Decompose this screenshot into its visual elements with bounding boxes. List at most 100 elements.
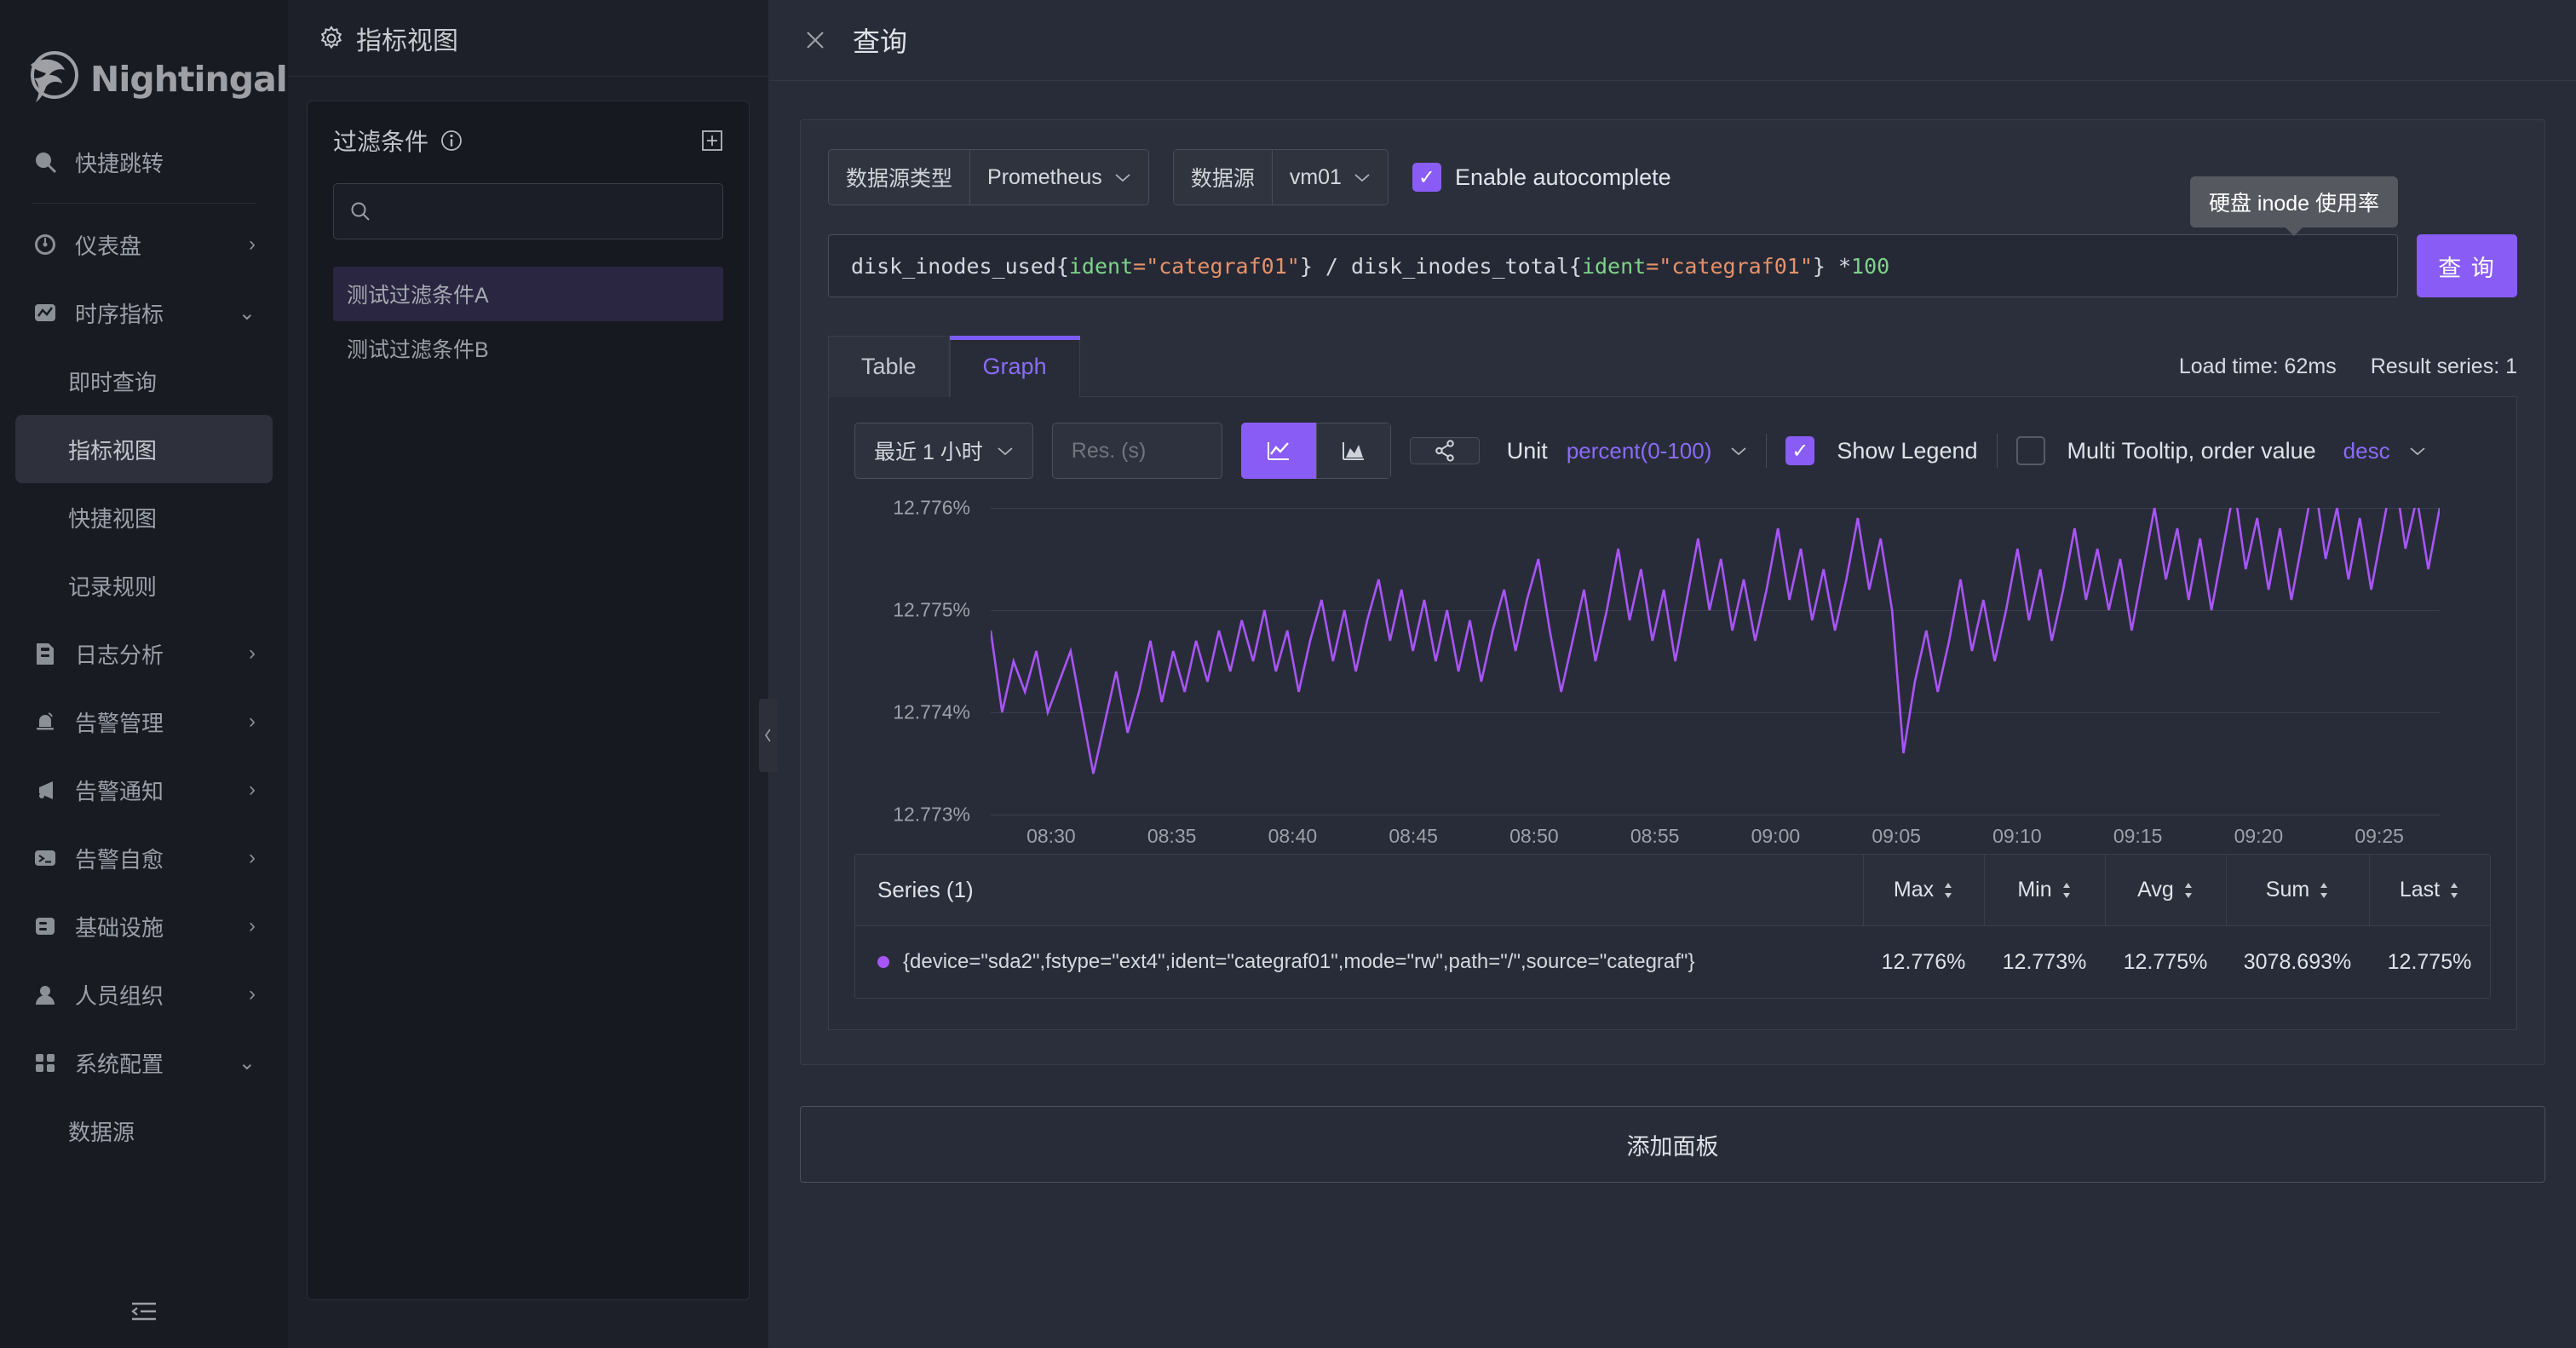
sort-arrows-icon [1942, 879, 1954, 902]
sidebar-item-infrastructure[interactable]: 基础设施 › [15, 892, 273, 960]
chart-y-tick-label: 12.773% [893, 803, 970, 826]
chart-x-tick-label: 09:25 [2355, 825, 2404, 847]
list-item[interactable]: 测试过滤条件A [333, 267, 723, 321]
chevron-down-icon[interactable] [1730, 446, 1747, 456]
sidebar-item-datasource[interactable]: 数据源 [15, 1097, 273, 1165]
datasource-value[interactable]: vm01 [1272, 150, 1388, 205]
multi-tooltip-checkbox[interactable] [2015, 436, 2045, 465]
sidebar-item-dashboard[interactable]: 仪表盘 › [15, 210, 273, 279]
dashboard-gauge-icon [32, 232, 68, 257]
filter-search-input[interactable] [333, 183, 723, 239]
tooltip-content: 硬盘 inode 使用率 [2189, 176, 2398, 236]
sidebar-item-timeseries[interactable]: 时序指标 ⌄ [15, 279, 273, 347]
time-range-value: 最近 1 小时 [874, 441, 983, 464]
result-tabs: Table Graph Load time: 62ms Result serie… [828, 335, 2517, 397]
sort-column-last[interactable]: Last [2369, 855, 2490, 925]
table-row[interactable]: {device="sda2",fstype="ext4",ident="cate… [855, 926, 2490, 998]
sidebar-item-alert-selfheal[interactable]: 告警自愈 › [15, 824, 273, 892]
time-range-select[interactable]: 最近 1 小时 [854, 423, 1033, 479]
add-box-icon[interactable] [701, 130, 723, 152]
chart-x-tick-label: 09:20 [2234, 825, 2284, 847]
chevron-right-icon: › [249, 233, 256, 256]
sidebar-item-label: 快捷视图 [68, 505, 158, 532]
sidebar-item-metric-view[interactable]: 指标视图 [15, 415, 273, 483]
sidebar-item-label: 人员组织 [75, 982, 164, 1009]
sort-column-avg[interactable]: Avg [2105, 855, 2226, 925]
checkbox-checked-icon[interactable]: ✓ [1412, 163, 1441, 192]
share-nodes-icon[interactable] [1409, 437, 1480, 464]
list-item[interactable]: 测试过滤条件B [333, 321, 723, 376]
column-header-label: Min [2017, 878, 2052, 902]
chart: 12.773% 12.774% 12.775% 12.776% 08:30 08:35 0… [854, 497, 2491, 847]
panel-collapse-handle[interactable] [759, 699, 778, 772]
resolution-input[interactable]: Res. (s) [1051, 423, 1222, 479]
sidebar-item-log-analysis[interactable]: 日志分析 › [15, 619, 273, 688]
sort-column-max[interactable]: Max [1863, 855, 1984, 925]
sidebar-item-people-org[interactable]: 人员组织 › [15, 960, 273, 1028]
add-panel-button[interactable]: 添加面板 [800, 1106, 2545, 1183]
show-legend-checkbox[interactable]: ✓ [1785, 436, 1815, 465]
sidebar-item-quick-view[interactable]: 快捷视图 [15, 483, 273, 551]
cell-max: 12.776% [1881, 949, 1966, 974]
column-header-label: Avg [2137, 878, 2174, 902]
close-icon[interactable] [803, 28, 827, 52]
sort-arrows-icon [2061, 879, 2073, 902]
series-label: {device="sda2",fstype="ext4",ident="cate… [903, 950, 1695, 973]
chart-x-tick-label: 09:15 [2113, 825, 2163, 847]
series-table: Series (1) Max Min Avg Sum Last {device=… [854, 854, 2491, 999]
series-title: Series (1) [877, 877, 974, 902]
result-meta: Load time: 62ms Result series: 1 [2179, 354, 2517, 396]
promql-token: ident [1581, 253, 1647, 279]
line-chart-icon[interactable] [1240, 423, 1316, 479]
filter-search-field[interactable] [382, 199, 707, 223]
chevron-down-icon[interactable] [2409, 446, 2426, 456]
sidebar-item-record-rules[interactable]: 记录规则 [15, 551, 273, 619]
sort-column-sum[interactable]: Sum [2226, 855, 2369, 925]
tab-table[interactable]: Table [828, 336, 950, 397]
sidebar-item-system-config[interactable]: 系统配置 ⌄ [15, 1028, 273, 1097]
chart-y-tick-label: 12.776% [893, 496, 970, 519]
datasource-type-select[interactable]: 数据源类型 Prometheus [828, 149, 1149, 205]
chart-x-tick-label: 08:35 [1147, 825, 1197, 847]
chart-x-tick-label: 08:45 [1389, 825, 1438, 847]
sidebar-item-label: 时序指标 [75, 301, 164, 327]
sidebar-item-alert-notify[interactable]: 告警通知 › [15, 756, 273, 824]
unit-value[interactable]: percent(0-100) [1567, 438, 1712, 464]
datasource-type-value[interactable]: Prometheus [970, 150, 1148, 205]
query-card: 数据源类型 Prometheus 数据源 vm01 ✓ Enable autoc… [800, 119, 2545, 1065]
sidebar-item-instant-query[interactable]: 即时查询 [15, 347, 273, 415]
chart-x-tick-label: 09:10 [1992, 825, 2042, 847]
tab-graph[interactable]: Graph [949, 336, 1080, 397]
filter-card: 过滤条件 测试过滤条件A 测试过滤条件B [307, 101, 750, 1300]
chevron-down-icon: ⌄ [238, 1051, 256, 1074]
cell-last: 12.775% [2387, 949, 2472, 974]
timeseries-chart-icon [32, 300, 68, 325]
promql-input[interactable]: disk_inodes_used{ident ="categraf01"} / d… [828, 234, 2398, 297]
user-icon [32, 982, 68, 1007]
server-icon [32, 913, 68, 939]
info-circle-icon[interactable] [440, 130, 463, 152]
filter-title: 过滤条件 [333, 129, 429, 155]
graph-toolbar: 最近 1 小时 Res. (s) Unit percent(0-100) ✓ S… [854, 423, 2491, 479]
megaphone-icon [32, 777, 68, 803]
chart-x-tick-label: 09:05 [1872, 825, 1921, 847]
grid-settings-icon [32, 1050, 68, 1075]
promql-token: disk_inodes_used{ [851, 253, 1069, 279]
sidebar-item-quickjump[interactable]: 快捷跳转 [15, 128, 273, 196]
filter-list: 测试过滤条件A 测试过滤条件B [333, 267, 723, 376]
sort-column-min[interactable]: Min [1984, 855, 2105, 925]
sidebar-item-label: 数据源 [68, 1119, 135, 1145]
query-button[interactable]: 查 询 [2417, 234, 2517, 297]
menu-collapse-icon[interactable] [130, 1300, 158, 1322]
toolbar-divider [1766, 434, 1768, 468]
area-chart-icon[interactable] [1315, 423, 1391, 479]
autocomplete-toggle[interactable]: ✓ Enable autocomplete [1412, 163, 1671, 192]
datasource-type-text: Prometheus [987, 164, 1102, 189]
chart-y-tick-label: 12.775% [893, 598, 970, 621]
promql-token: } * [1812, 253, 1852, 279]
sidebar-item-alert-management[interactable]: 告警管理 › [15, 688, 273, 756]
datasource-select[interactable]: 数据源 vm01 [1172, 149, 1389, 205]
order-value[interactable]: desc [2343, 438, 2390, 464]
chart-y-axis: 12.773% 12.774% 12.775% 12.776% [854, 497, 982, 826]
query-expression-row: disk_inodes_used{ident ="categraf01"} / d… [828, 176, 2517, 297]
